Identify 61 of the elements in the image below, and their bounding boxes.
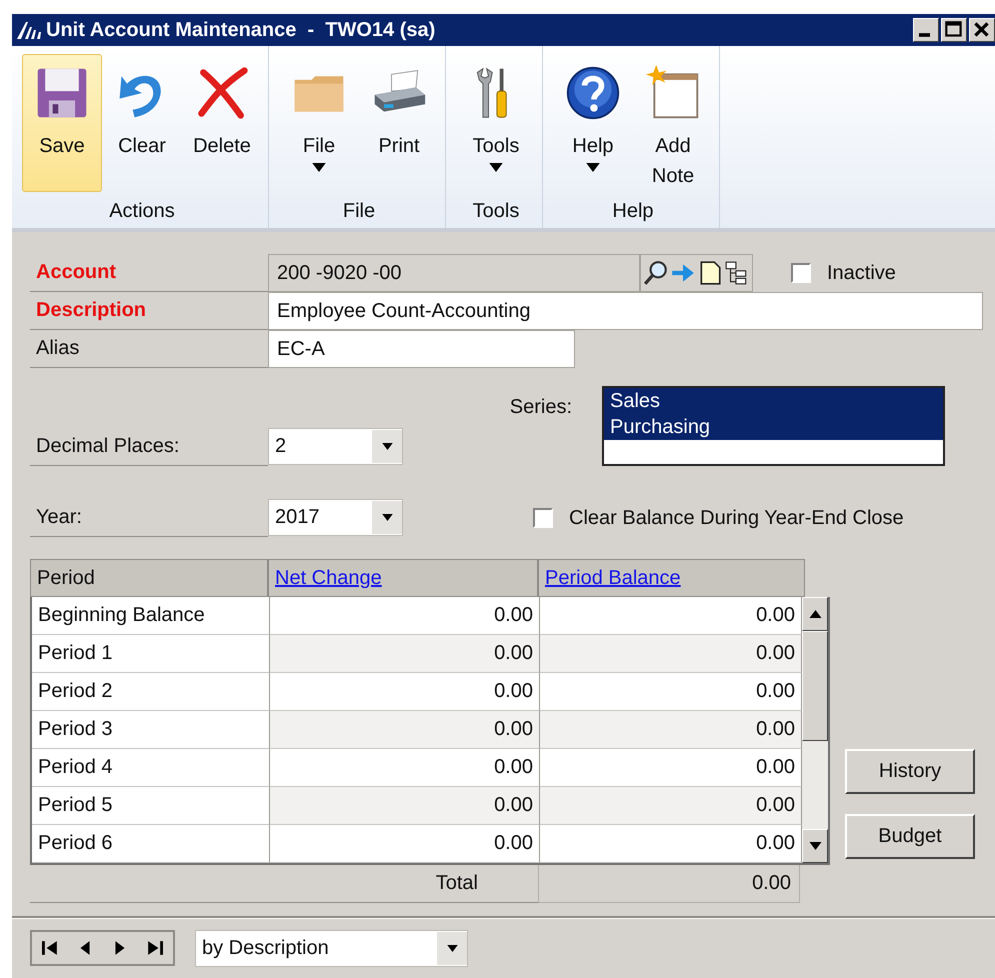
ribbon-button[interactable]: File (279, 54, 359, 192)
column-header[interactable]: Net Change (268, 559, 538, 597)
close-button[interactable] (969, 18, 995, 42)
table-cell: Period 3 (32, 711, 270, 749)
action-button[interactable]: Budget (845, 814, 975, 859)
ribbon-button[interactable]: Delete (182, 54, 262, 192)
column-header[interactable]: Period Balance (538, 559, 805, 597)
table-cell: Period 1 (32, 635, 270, 673)
checkbox-label: Clear Balance During Year-End Close (569, 506, 904, 530)
caret-icon (489, 163, 503, 172)
caret-icon (382, 514, 392, 521)
ribbon-button[interactable]: Clear (102, 54, 182, 192)
series-list[interactable]: Sales Purchasing (602, 386, 945, 466)
table-cell: 0.00 (270, 825, 540, 863)
ribbon-button[interactable]: Print (359, 54, 439, 192)
caret-icon (586, 163, 600, 172)
group-label: Tools (472, 199, 520, 224)
checkbox[interactable] (533, 508, 553, 528)
maximize-button[interactable] (941, 18, 967, 42)
window-title: Unit Account Maintenance - TWO14 (sa) (46, 18, 436, 42)
account-field[interactable]: 200 -9020 -00 (268, 254, 640, 292)
minimize-icon (919, 33, 930, 37)
year-dropdown[interactable]: 2017 (268, 499, 403, 536)
decimal-places-dropdown[interactable]: 2 (268, 428, 403, 465)
search-icon[interactable] (643, 259, 669, 287)
caret-icon (446, 944, 458, 952)
last-record-icon[interactable] (147, 940, 164, 956)
table-cell: Period 4 (32, 749, 270, 787)
help-icon (565, 65, 621, 121)
table-cell: Period 2 (32, 673, 270, 711)
minimize-button[interactable] (913, 18, 939, 42)
checkbox-label: Inactive (827, 262, 896, 284)
ribbon-button[interactable]: Save (22, 54, 102, 192)
table-cell: Beginning Balance (32, 597, 270, 635)
caret-icon (312, 163, 326, 172)
column-header[interactable]: Period (30, 559, 268, 597)
scroll-down-icon[interactable] (808, 842, 822, 850)
table-cell: Period 5 (32, 787, 270, 825)
table-cell: Period 6 (32, 825, 270, 863)
app-icon (16, 20, 42, 40)
list-item[interactable]: Purchasing (604, 414, 943, 440)
ribbon-button[interactable]: Help (553, 54, 633, 192)
ribbon-button[interactable]: Add Note (633, 54, 713, 192)
first-record-icon[interactable] (42, 940, 58, 956)
series-label: Series: (508, 396, 573, 420)
group-label: Help (612, 199, 654, 224)
list-item[interactable]: Sales (604, 388, 943, 414)
alias-field[interactable]: EC-A (268, 330, 575, 368)
add-note-icon (645, 65, 701, 121)
scroll-up-icon[interactable] (808, 610, 822, 618)
description-field[interactable]: Employee Count-Accounting (268, 292, 983, 330)
total-value: 0.00 (538, 865, 800, 903)
group-label: Actions (109, 199, 175, 224)
caret-icon (382, 443, 392, 450)
action-button[interactable]: History (845, 749, 975, 794)
checkbox[interactable] (791, 263, 811, 283)
total-label: Total (30, 865, 538, 903)
sort-dropdown[interactable]: by Description (195, 930, 468, 966)
group-label: File (342, 199, 376, 224)
ribbon-button[interactable]: Tools (456, 54, 536, 192)
scrollbar[interactable] (802, 597, 828, 863)
